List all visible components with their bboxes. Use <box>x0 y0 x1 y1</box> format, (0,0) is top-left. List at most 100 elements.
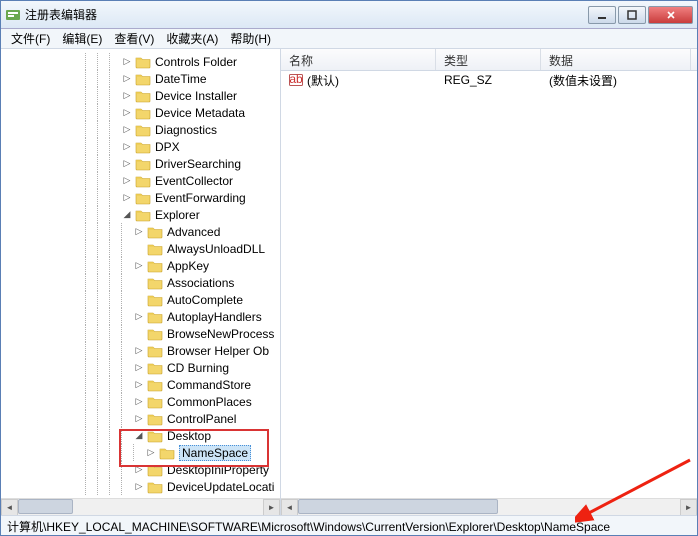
col-name[interactable]: 名称 <box>281 49 436 70</box>
scroll-left-button[interactable]: ◄ <box>281 499 298 515</box>
tree-item[interactable]: ▷Browser Helper Ob <box>1 342 280 359</box>
maximize-button[interactable] <box>618 6 646 24</box>
expand-icon[interactable]: ▷ <box>133 311 145 323</box>
folder-icon <box>135 208 151 222</box>
tree-item[interactable]: ▷CommonPlaces <box>1 393 280 410</box>
expand-icon[interactable]: ▷ <box>133 260 145 272</box>
list-row[interactable]: ab(默认)REG_SZ(数值未设置) <box>281 71 697 89</box>
folder-icon <box>147 259 163 273</box>
expand-icon[interactable]: ▷ <box>121 158 133 170</box>
tree-item[interactable]: ▷EventForwarding <box>1 189 280 206</box>
tree-item-label: BrowseNewProcess <box>167 327 274 341</box>
expand-icon[interactable]: ▷ <box>133 345 145 357</box>
expand-placeholder <box>133 328 145 340</box>
scroll-thumb[interactable] <box>18 499 73 514</box>
expand-icon[interactable]: ▷ <box>133 413 145 425</box>
tree-item-label: Advanced <box>167 225 220 239</box>
expand-icon[interactable]: ▷ <box>121 192 133 204</box>
scroll-right-button[interactable]: ► <box>680 499 697 515</box>
expand-icon[interactable]: ▷ <box>133 396 145 408</box>
expand-icon[interactable]: ▷ <box>121 175 133 187</box>
menu-file[interactable]: 文件(F) <box>5 28 56 49</box>
folder-icon <box>147 327 163 341</box>
menu-edit[interactable]: 编辑(E) <box>56 28 108 49</box>
folder-icon <box>135 72 151 86</box>
expand-icon[interactable]: ▷ <box>121 124 133 136</box>
expand-icon[interactable]: ▷ <box>121 107 133 119</box>
tree-item[interactable]: ◢Explorer <box>1 206 280 223</box>
minimize-button[interactable] <box>588 6 616 24</box>
titlebar[interactable]: 注册表编辑器 <box>1 1 697 29</box>
tree-item[interactable]: ▷NameSpace <box>1 444 280 461</box>
tree-item[interactable]: ▷AppKey <box>1 257 280 274</box>
expand-icon[interactable]: ▷ <box>133 379 145 391</box>
tree-item[interactable]: ▷CD Burning <box>1 359 280 376</box>
menu-help[interactable]: 帮助(H) <box>224 28 277 49</box>
registry-editor-window: 注册表编辑器 文件(F) 编辑(E) 查看(V) 收藏夹(A) 帮助(H) ▷C… <box>0 0 698 536</box>
tree-item[interactable]: ▷ AutoplayHandlers <box>1 308 280 325</box>
expand-icon[interactable]: ▷ <box>121 141 133 153</box>
expand-icon[interactable]: ▷ <box>121 90 133 102</box>
menubar: 文件(F) 编辑(E) 查看(V) 收藏夹(A) 帮助(H) <box>1 29 697 49</box>
tree-item-label: EventCollector <box>155 174 233 188</box>
tree-item[interactable]: ▷ ControlPanel <box>1 410 280 427</box>
app-icon <box>5 7 21 23</box>
expand-icon[interactable]: ▷ <box>133 481 145 493</box>
expand-icon[interactable]: ▷ <box>121 56 133 68</box>
tree-item[interactable]: ▷ DPX <box>1 138 280 155</box>
menu-favorites[interactable]: 收藏夹(A) <box>160 28 224 49</box>
tree-item-label: DesktopIniProperty <box>167 463 269 477</box>
tree-item[interactable]: ▷DateTime <box>1 70 280 87</box>
tree-item[interactable]: AlwaysUnloadDLL <box>1 240 280 257</box>
list-scrollbar-horizontal[interactable]: ◄ ► <box>281 498 697 515</box>
tree-item[interactable]: ▷Device Metadata <box>1 104 280 121</box>
tree-item[interactable]: ▷ DesktopIniProperty <box>1 461 280 478</box>
tree-item-label: DPX <box>155 140 180 154</box>
folder-icon <box>147 344 163 358</box>
tree-item-label: AutoplayHandlers <box>167 310 262 324</box>
tree-item[interactable]: ▷Diagnostics <box>1 121 280 138</box>
list-pane: 名称 类型 数据 ab(默认)REG_SZ(数值未设置) ◄ ► <box>281 49 697 515</box>
tree-item[interactable]: ▷ EventCollector <box>1 172 280 189</box>
folder-icon <box>147 463 163 477</box>
tree-pane[interactable]: ▷Controls Folder▷DateTime▷Device Install… <box>1 49 281 515</box>
list-body[interactable]: ab(默认)REG_SZ(数值未设置) <box>281 71 697 498</box>
tree-item[interactable]: AutoComplete <box>1 291 280 308</box>
string-value-icon: ab <box>289 73 303 87</box>
scroll-right-button[interactable]: ► <box>263 499 280 515</box>
collapse-icon[interactable]: ◢ <box>121 209 133 221</box>
tree-item[interactable]: ▷ Advanced <box>1 223 280 240</box>
tree-item[interactable]: ▷Controls Folder <box>1 53 280 70</box>
tree-item[interactable]: ▷ DeviceUpdateLocati <box>1 478 280 495</box>
expand-icon[interactable]: ▷ <box>145 447 157 459</box>
svg-text:ab: ab <box>289 73 303 86</box>
tree-item[interactable]: ▷CommandStore <box>1 376 280 393</box>
tree-item[interactable]: ◢Desktop <box>1 427 280 444</box>
tree-item[interactable]: ▷Device Installer <box>1 87 280 104</box>
scroll-left-button[interactable]: ◄ <box>1 499 18 515</box>
tree-item-label: DriverSearching <box>155 157 241 171</box>
tree-item[interactable]: Associations <box>1 274 280 291</box>
expand-icon[interactable]: ▷ <box>133 226 145 238</box>
folder-icon <box>147 276 163 290</box>
scroll-thumb[interactable] <box>298 499 498 514</box>
col-data[interactable]: 数据 <box>541 49 691 70</box>
tree-item-label: ControlPanel <box>167 412 236 426</box>
status-path: 计算机\HKEY_LOCAL_MACHINE\SOFTWARE\Microsof… <box>7 520 610 534</box>
folder-icon <box>135 106 151 120</box>
expand-icon[interactable]: ▷ <box>133 362 145 374</box>
col-type[interactable]: 类型 <box>436 49 541 70</box>
menu-view[interactable]: 查看(V) <box>108 28 160 49</box>
tree-item-label: AlwaysUnloadDLL <box>167 242 265 256</box>
expand-icon[interactable]: ▷ <box>121 73 133 85</box>
expand-icon[interactable]: ▷ <box>133 464 145 476</box>
folder-icon <box>135 123 151 137</box>
tree-item[interactable]: ▷ DriverSearching <box>1 155 280 172</box>
tree-item-label: DeviceUpdateLocati <box>167 480 274 494</box>
folder-icon <box>147 395 163 409</box>
collapse-icon[interactable]: ◢ <box>133 430 145 442</box>
close-button[interactable] <box>648 6 693 24</box>
tree-scrollbar-horizontal[interactable]: ◄ ► <box>1 498 280 515</box>
folder-icon <box>147 429 163 443</box>
tree-item[interactable]: BrowseNewProcess <box>1 325 280 342</box>
